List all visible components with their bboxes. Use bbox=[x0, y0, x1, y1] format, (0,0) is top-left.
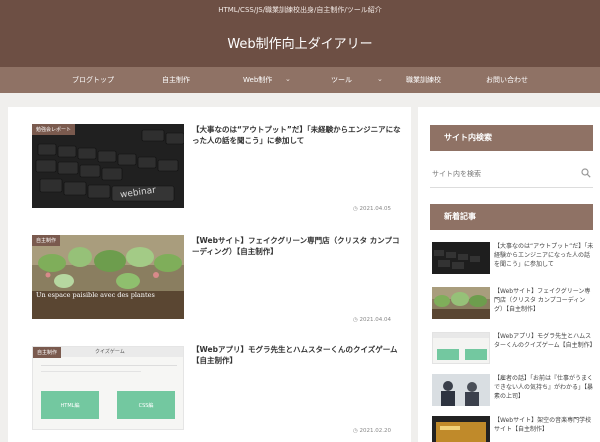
search-input[interactable] bbox=[432, 166, 572, 182]
recent-post-item[interactable]: 【Webアプリ】モグラ先生とハムスターくんのクイズゲーム【自主制作】 bbox=[432, 332, 596, 370]
post-title[interactable]: 【大事なのは“アウトプット”だ】「未経験からエンジニアになった人の話を聞こう」に… bbox=[192, 124, 402, 146]
search-widget-heading: サイト内検索 bbox=[430, 125, 593, 151]
recent-post-item[interactable]: 【Webサイト】フェイクグリーン専門店（クリスタ カンプコーディング）【自主制作… bbox=[432, 287, 595, 325]
nav-item-web-production[interactable]: Web制作 bbox=[243, 67, 272, 93]
post-date-text: 2021.04.04 bbox=[359, 317, 392, 323]
post-date: ◷ 2021.04.05 bbox=[353, 206, 391, 212]
recent-widget-heading: 新着記事 bbox=[430, 204, 593, 230]
divider bbox=[41, 371, 141, 372]
post-thumbnail[interactable]: Un espace paisible avec des plantes 自主制作 bbox=[32, 235, 184, 319]
chevron-down-icon[interactable]: ⌄ bbox=[285, 67, 291, 93]
global-nav: ブログトップ 自主制作 Web制作 ⌄ ツール ⌄ 職業訓練校 お問い合わせ bbox=[0, 67, 600, 93]
recent-post-thumbnail bbox=[432, 242, 490, 274]
post-date-text: 2021.02.20 bbox=[359, 428, 392, 434]
post-list: webinar 勉強会レポート 【大事なのは“アウトプット”だ】「未経験からエン… bbox=[8, 107, 411, 442]
keyboard-image bbox=[32, 124, 184, 208]
post-title[interactable]: 【Webサイト】フェイクグリーン専門店（クリスタ カンプコーディング）【自主制作… bbox=[192, 235, 402, 257]
recent-post-item[interactable]: 【大事なのは“アウトプット”だ】「未経験からエンジニアになった人の話を聞こう」に… bbox=[432, 242, 595, 280]
clock-icon: ◷ bbox=[352, 428, 358, 434]
plants-image bbox=[32, 235, 184, 319]
nav-item-contact[interactable]: お問い合わせ bbox=[486, 67, 528, 93]
recent-post-title[interactable]: 【雇者の話】「お前は『仕事がうまくできない人の気持ち』がわかる」【暴素の上司】 bbox=[494, 374, 594, 401]
nav-item-self-made[interactable]: 自主制作 bbox=[162, 67, 190, 93]
search-icon[interactable] bbox=[581, 168, 591, 178]
thumbnail-app-title: クイズゲーム bbox=[95, 349, 125, 355]
post-date-text: 2021.04.05 bbox=[359, 206, 392, 212]
search-box[interactable] bbox=[430, 160, 593, 188]
chevron-down-icon[interactable]: ⌄ bbox=[377, 67, 383, 93]
post-thumbnail[interactable]: webinar 勉強会レポート bbox=[32, 124, 184, 208]
recent-post-title[interactable]: 【Webサイト】フェイクグリーン専門店（クリスタ カンプコーディング）【自主制作… bbox=[494, 287, 594, 314]
site-title[interactable]: Web制作向上ダイアリー bbox=[0, 33, 600, 52]
sidebar: サイト内検索 新着記事 【大事なのは“アウトプット”だ】「未経験からエンジニアに… bbox=[418, 107, 600, 442]
clock-icon: ◷ bbox=[352, 206, 358, 212]
category-badge: 自主制作 bbox=[32, 235, 61, 246]
recent-post-item[interactable]: 【雇者の話】「お前は『仕事がうまくできない人の気持ち』がわかる」【暴素の上司】 bbox=[432, 374, 595, 412]
recent-post-thumbnail bbox=[432, 374, 490, 406]
nav-item-tools[interactable]: ツール bbox=[331, 67, 352, 93]
recent-post-item[interactable]: 【Webサイト】架空の音楽専門学校サイト【自主制作】 bbox=[432, 416, 595, 442]
post-date: ◷ 2021.02.20 bbox=[353, 428, 391, 434]
recent-post-title[interactable]: 【Webサイト】架空の音楽専門学校サイト【自主制作】 bbox=[494, 416, 594, 434]
post-thumbnail[interactable]: クイズゲーム HTML編 CSS編 自主制作 bbox=[32, 346, 184, 430]
category-badge: 自主制作 bbox=[33, 347, 62, 358]
clock-icon: ◷ bbox=[352, 317, 358, 323]
category-badge: 勉強会レポート bbox=[32, 124, 76, 135]
recent-post-title[interactable]: 【Webアプリ】モグラ先生とハムスターくんのクイズゲーム【自主制作】 bbox=[494, 332, 596, 350]
recent-post-thumbnail bbox=[432, 416, 490, 442]
thumbnail-css-button: CSS編 bbox=[117, 391, 175, 419]
site-header: HTML/CSS/JS/職業訓練校出身/自主制作/ツール紹介 Web制作向上ダイ… bbox=[0, 0, 600, 67]
post-title[interactable]: 【Webアプリ】モグラ先生とハムスターくんのクイズゲーム【自主制作】 bbox=[192, 344, 402, 366]
divider bbox=[41, 365, 177, 366]
recent-post-thumbnail bbox=[432, 287, 490, 319]
nav-item-blog-top[interactable]: ブログトップ bbox=[72, 67, 114, 93]
thumbnail-caption: Un espace paisible avec des plantes bbox=[36, 291, 155, 299]
thumbnail-html-button: HTML編 bbox=[41, 391, 99, 419]
post-date: ◷ 2021.04.04 bbox=[353, 317, 391, 323]
site-tagline: HTML/CSS/JS/職業訓練校出身/自主制作/ツール紹介 bbox=[218, 6, 382, 14]
recent-post-title[interactable]: 【大事なのは“アウトプット”だ】「未経験からエンジニアになった人の話を聞こう」に… bbox=[494, 242, 594, 269]
recent-post-thumbnail bbox=[432, 332, 490, 364]
nav-item-vocational-school[interactable]: 職業訓練校 bbox=[406, 67, 441, 93]
